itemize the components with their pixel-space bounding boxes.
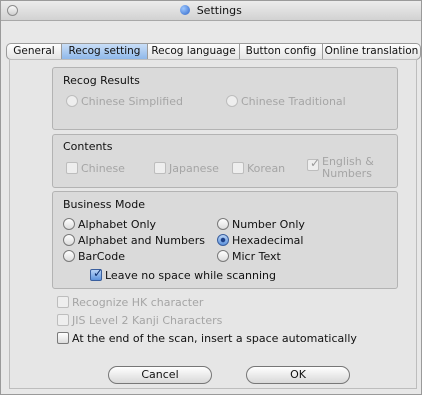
radio-circle-icon: [66, 95, 78, 107]
radio-circle-icon: [63, 218, 75, 230]
ok-button[interactable]: OK: [246, 366, 350, 384]
checkbox-icon: [66, 162, 78, 174]
radio-circle-icon: [217, 218, 229, 230]
checkmark-icon: ✓: [307, 157, 320, 171]
tab-bar: General Recog setting Recog language But…: [6, 43, 421, 60]
tab-recog-setting[interactable]: Recog setting: [62, 43, 148, 60]
radio-circle-icon: [63, 234, 75, 246]
business-mode-group: Business Mode Alphabet Only Number Only …: [52, 191, 398, 289]
title-bar: Settings: [1, 1, 421, 21]
contents-group: Contents Chinese Japanese Korean ✓ Englis…: [52, 134, 398, 188]
app-icon: [180, 5, 191, 15]
checkbox-icon: [57, 296, 69, 308]
radio-chinese-simplified[interactable]: Chinese Simplified: [66, 95, 183, 108]
checkbox-icon: [57, 314, 69, 326]
radio-hexadecimal[interactable]: Hexadecimal: [217, 234, 303, 247]
checkbox-recognize-hk[interactable]: Recognize HK character: [57, 296, 203, 309]
radio-number-only[interactable]: Number Only: [217, 218, 305, 231]
tab-general[interactable]: General: [6, 43, 62, 60]
radio-alphabet-and-numbers[interactable]: Alphabet and Numbers: [63, 234, 205, 247]
radio-chinese-traditional[interactable]: Chinese Traditional: [226, 95, 346, 108]
radio-circle-icon: [63, 250, 75, 262]
radio-micr-text[interactable]: Micr Text: [217, 250, 281, 263]
radio-circle-icon: [217, 250, 229, 262]
english-numbers-label: English & Numbers: [322, 155, 374, 180]
recog-results-title: Recog Results: [63, 74, 140, 87]
checkbox-icon: [232, 162, 244, 174]
checkbox-insert-space[interactable]: At the end of the scan, insert a space a…: [57, 332, 357, 345]
checkbox-english-numbers[interactable]: ✓ English & Numbers: [307, 156, 374, 180]
checkmark-icon: ✓: [90, 267, 103, 281]
tab-button-config[interactable]: Button config: [240, 43, 323, 60]
cancel-button[interactable]: Cancel: [108, 366, 212, 384]
business-mode-title: Business Mode: [63, 198, 145, 211]
tab-content-panel: Recog Results Chinese Simplified Chinese…: [9, 59, 417, 389]
checkbox-jis-level2[interactable]: JIS Level 2 Kanji Characters: [57, 314, 222, 327]
checkbox-icon: [154, 162, 166, 174]
checkbox-icon: [57, 332, 69, 344]
checkbox-japanese[interactable]: Japanese: [154, 162, 219, 175]
recog-results-group: Recog Results Chinese Simplified Chinese…: [52, 67, 398, 130]
settings-window: Settings General Recog setting Recog lan…: [0, 0, 422, 395]
contents-title: Contents: [63, 140, 113, 153]
radio-circle-icon: [226, 95, 238, 107]
checkbox-korean[interactable]: Korean: [232, 162, 285, 175]
radio-barcode[interactable]: BarCode: [63, 250, 125, 263]
window-title-area: Settings: [1, 4, 421, 17]
tab-recog-language[interactable]: Recog language: [148, 43, 240, 60]
radio-selected-icon: [217, 234, 229, 246]
window-title: Settings: [196, 4, 242, 17]
checkbox-leave-no-space[interactable]: ✓ Leave no space while scanning: [90, 267, 276, 282]
checkbox-chinese[interactable]: Chinese: [66, 162, 125, 175]
radio-alphabet-only[interactable]: Alphabet Only: [63, 218, 156, 231]
tab-online-translation[interactable]: Online translation: [323, 43, 421, 60]
